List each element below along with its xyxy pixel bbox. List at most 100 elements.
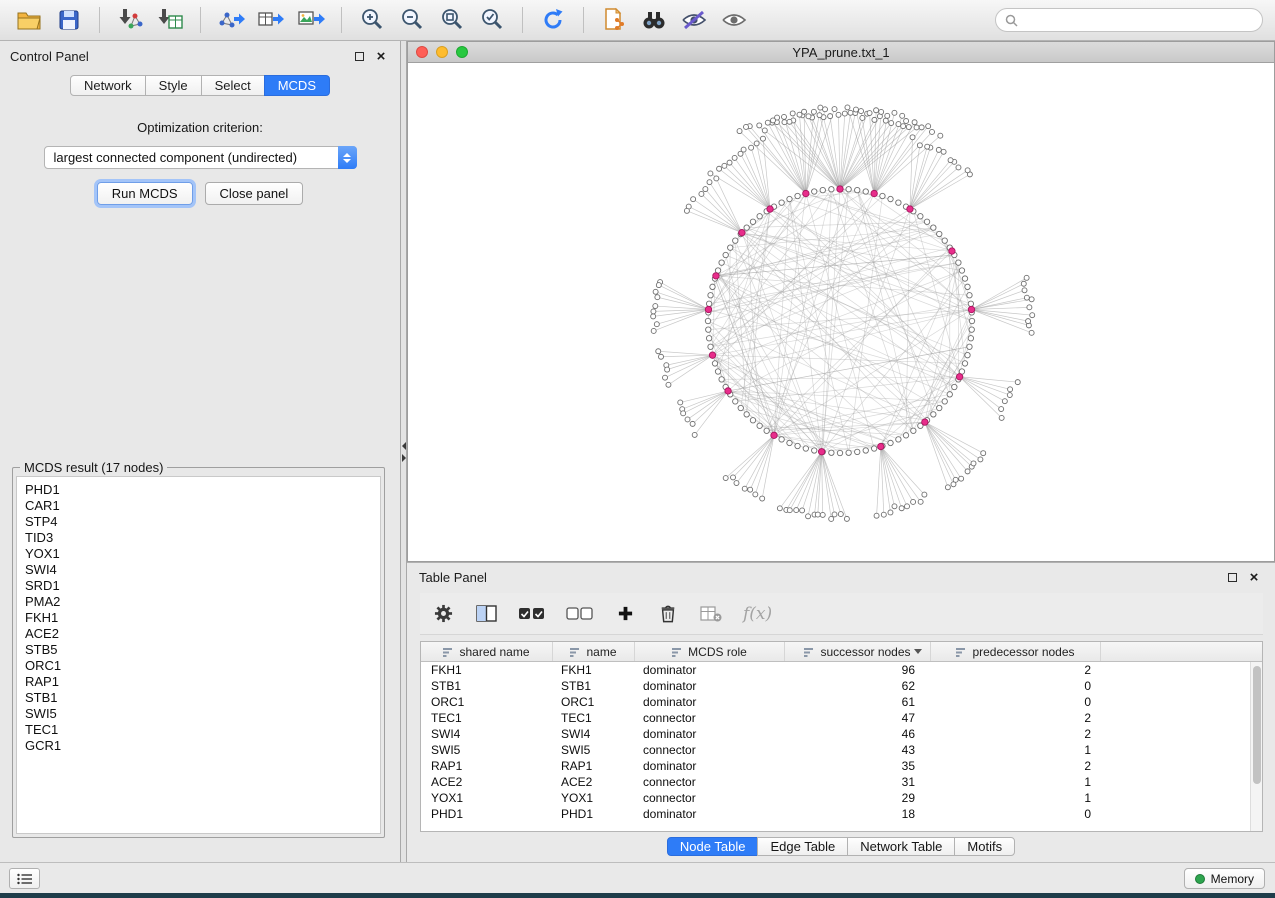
collapse-left-icon[interactable]	[402, 442, 406, 450]
column-header-name[interactable]: name	[553, 642, 635, 661]
close-table-panel-button[interactable]: ×	[1245, 568, 1263, 586]
column-header-mcds-role[interactable]: MCDS role	[635, 642, 785, 661]
network-window-titlebar[interactable]: YPA_prune.txt_1	[408, 42, 1274, 63]
table-cell: 2	[931, 662, 1101, 678]
zoom-out-button[interactable]	[395, 5, 429, 35]
mcds-result-item[interactable]: STP4	[25, 514, 380, 530]
column-header-successor-nodes[interactable]: successor nodes	[785, 642, 931, 661]
close-panel-action-button[interactable]: Close panel	[205, 182, 304, 205]
function-builder-button[interactable]: f(x)	[743, 601, 772, 627]
add-column-button[interactable]	[614, 601, 636, 627]
zoom-selected-button[interactable]	[475, 5, 509, 35]
mcds-result-item[interactable]: STB1	[25, 690, 380, 706]
tab-node-table[interactable]: Node Table	[667, 837, 759, 856]
mcds-result-item[interactable]: PMA2	[25, 594, 380, 610]
delete-table-button[interactable]	[700, 601, 722, 627]
close-icon: ×	[1250, 570, 1259, 585]
export-network-button[interactable]	[214, 5, 248, 35]
tab-edge-table[interactable]: Edge Table	[757, 837, 848, 856]
table-body[interactable]: FKH1FKH1dominator962STB1STB1dominator620…	[421, 662, 1250, 831]
collapse-right-icon[interactable]	[402, 454, 406, 462]
deselect-all-button[interactable]	[566, 601, 593, 627]
select-all-button[interactable]	[518, 601, 545, 627]
toolbar-separator	[522, 7, 523, 33]
import-network-button[interactable]	[113, 5, 147, 35]
close-panel-button[interactable]: ×	[372, 47, 390, 65]
tab-motifs[interactable]: Motifs	[954, 837, 1015, 856]
mcds-result-item[interactable]: ORC1	[25, 658, 380, 674]
clone-network-button[interactable]	[597, 5, 631, 35]
export-table-button[interactable]	[254, 5, 288, 35]
first-neighbors-button[interactable]	[637, 5, 671, 35]
mcds-result-item[interactable]: SRD1	[25, 578, 380, 594]
mcds-result-item[interactable]: RAP1	[25, 674, 380, 690]
table-scrollbar[interactable]	[1250, 662, 1262, 831]
table-row[interactable]: ACE2ACE2connector311	[421, 774, 1250, 790]
mcds-result-item[interactable]: YOX1	[25, 546, 380, 562]
delete-column-button[interactable]	[657, 601, 679, 627]
table-cell: 0	[931, 806, 1101, 822]
memory-button[interactable]: Memory	[1184, 868, 1265, 889]
table-cell: RAP1	[553, 758, 635, 774]
table-row[interactable]: FKH1FKH1dominator962	[421, 662, 1250, 678]
table-row[interactable]: TEC1TEC1connector472	[421, 710, 1250, 726]
float-table-panel-button[interactable]	[1223, 568, 1241, 586]
table-cell: FKH1	[421, 662, 553, 678]
float-panel-button[interactable]	[350, 47, 368, 65]
hide-selected-button[interactable]	[677, 5, 711, 35]
table-cell: TEC1	[421, 710, 553, 726]
table-settings-button[interactable]	[432, 601, 454, 627]
mcds-result-item[interactable]: GCR1	[25, 738, 380, 754]
table-row[interactable]: SWI5SWI5connector431	[421, 742, 1250, 758]
show-all-button[interactable]	[717, 5, 751, 35]
table-row[interactable]: RAP1RAP1dominator352	[421, 758, 1250, 774]
tab-select[interactable]: Select	[201, 75, 265, 96]
mcds-result-item[interactable]: TID3	[25, 530, 380, 546]
table-row[interactable]: ORC1ORC1dominator610	[421, 694, 1250, 710]
table-row[interactable]: PHD1PHD1dominator180	[421, 806, 1250, 822]
column-header-predecessor-nodes[interactable]: predecessor nodes	[931, 642, 1101, 661]
mcds-result-item[interactable]: SWI5	[25, 706, 380, 722]
network-graph[interactable]	[408, 63, 1274, 561]
refresh-button[interactable]	[536, 5, 570, 35]
task-history-button[interactable]	[9, 868, 40, 889]
table-row[interactable]: YOX1YOX1connector291	[421, 790, 1250, 806]
trash-icon	[659, 603, 677, 624]
column-header-shared-name[interactable]: shared name	[421, 642, 553, 661]
mcds-result-item[interactable]: CAR1	[25, 498, 380, 514]
zoom-fit-button[interactable]	[435, 5, 469, 35]
eye-icon	[720, 7, 748, 33]
zoom-in-button[interactable]	[355, 5, 389, 35]
tab-network[interactable]: Network	[70, 75, 146, 96]
import-table-button[interactable]	[153, 5, 187, 35]
mcds-result-item[interactable]: STB5	[25, 642, 380, 658]
mcds-result-item[interactable]: TEC1	[25, 722, 380, 738]
import-table-icon	[156, 7, 184, 33]
close-icon: ×	[377, 49, 386, 64]
tab-mcds[interactable]: MCDS	[264, 75, 330, 96]
table-panel: Table Panel ×	[407, 562, 1275, 862]
search-input[interactable]	[1024, 13, 1253, 27]
tab-style[interactable]: Style	[145, 75, 202, 96]
criterion-dropdown[interactable]: largest connected component (undirected)	[44, 146, 357, 169]
tab-network-table[interactable]: Network Table	[847, 837, 955, 856]
minimize-window-button[interactable]	[436, 46, 448, 58]
scrollbar-thumb[interactable]	[1253, 666, 1261, 784]
maximize-window-button[interactable]	[456, 46, 468, 58]
table-cell: PHD1	[553, 806, 635, 822]
show-columns-button[interactable]	[475, 601, 497, 627]
run-mcds-button[interactable]: Run MCDS	[97, 182, 193, 205]
mcds-result-item[interactable]: FKH1	[25, 610, 380, 626]
mcds-result-list[interactable]: PHD1CAR1STP4TID3YOX1SWI4SRD1PMA2FKH1ACE2…	[16, 476, 381, 834]
save-button[interactable]	[52, 5, 86, 35]
network-canvas[interactable]	[408, 63, 1274, 561]
mcds-result-item[interactable]: PHD1	[25, 482, 380, 498]
table-row[interactable]: STB1STB1dominator620	[421, 678, 1250, 694]
mcds-result-item[interactable]: SWI4	[25, 562, 380, 578]
table-row[interactable]: SWI4SWI4dominator462	[421, 726, 1250, 742]
export-image-button[interactable]	[294, 5, 328, 35]
open-file-button[interactable]	[12, 5, 46, 35]
search-box[interactable]	[995, 8, 1263, 32]
mcds-result-item[interactable]: ACE2	[25, 626, 380, 642]
close-window-button[interactable]	[416, 46, 428, 58]
